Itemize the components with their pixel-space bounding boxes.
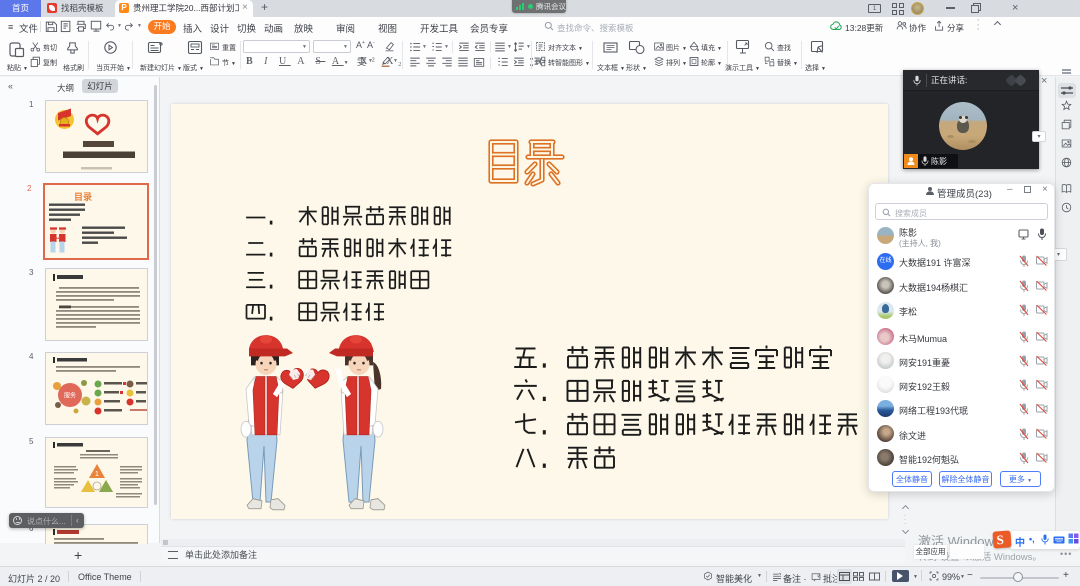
svg-text:服务: 服务 <box>64 392 76 400</box>
svg-text:目录: 目录 <box>74 192 92 202</box>
svg-text:1: 1 <box>95 471 99 478</box>
